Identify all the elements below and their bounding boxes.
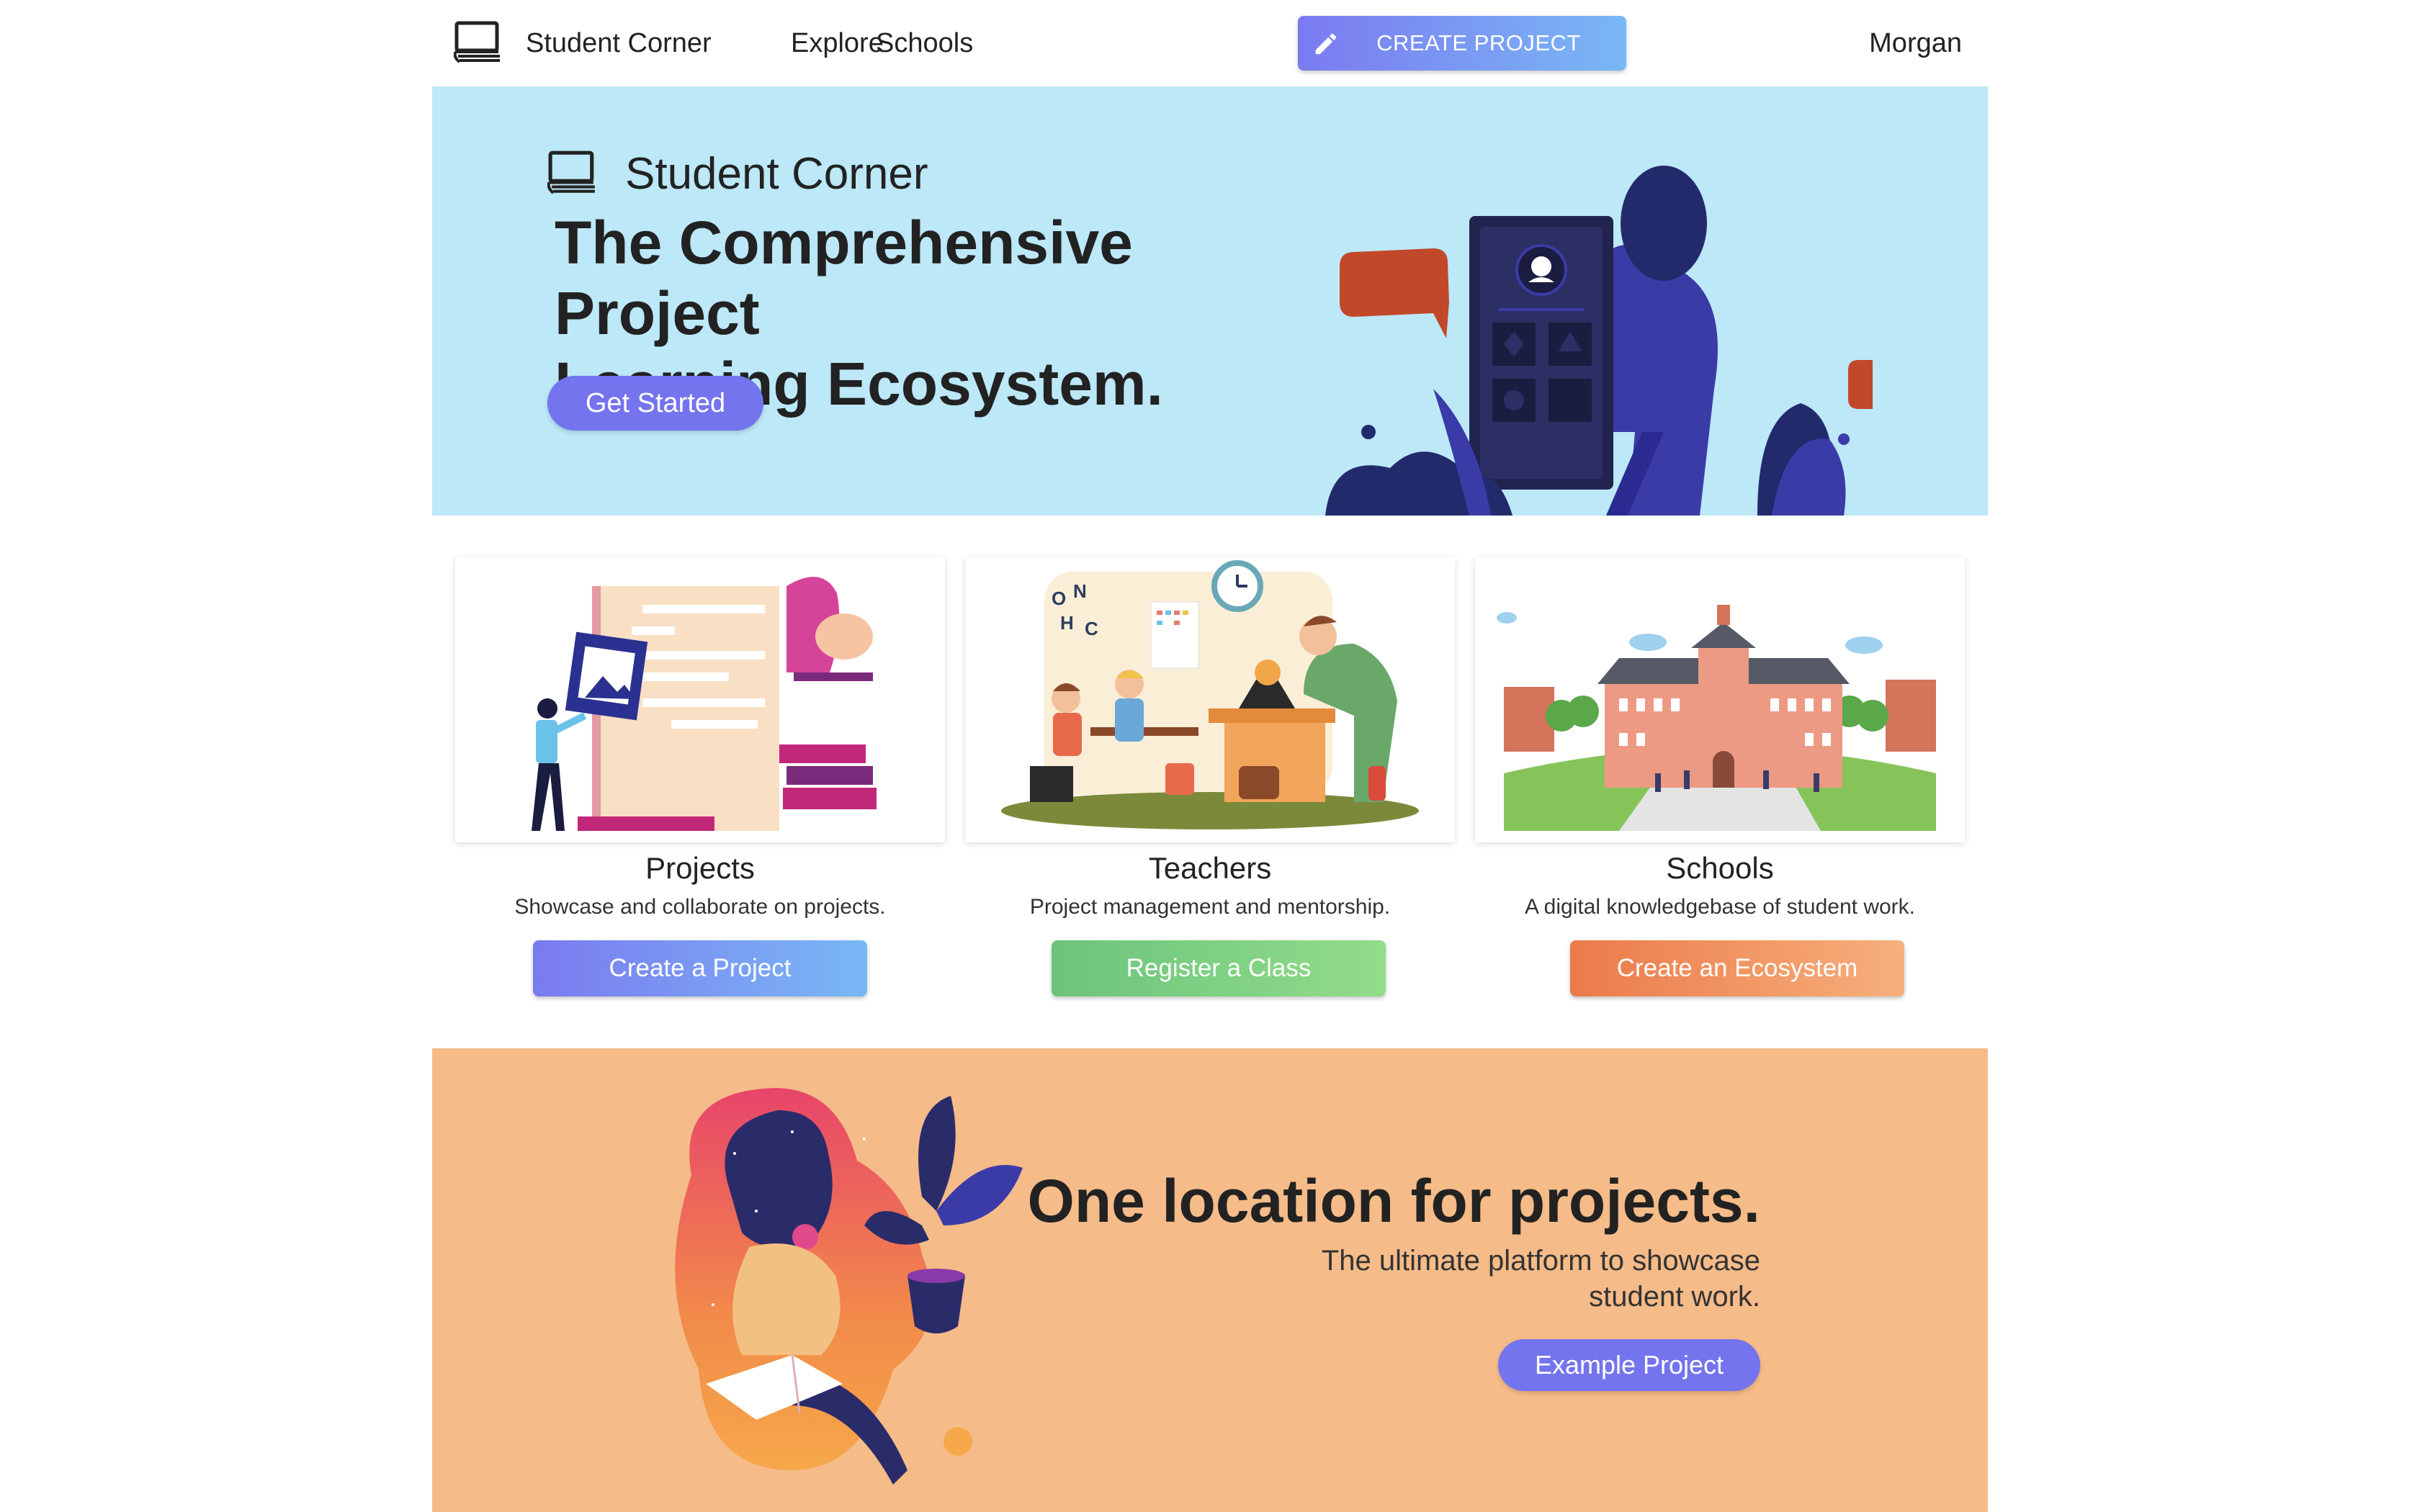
svg-text:O: O <box>1052 588 1066 609</box>
create-a-project-button[interactable]: Create a Project <box>533 940 867 996</box>
teachers-illustration: ON HC <box>965 557 1455 842</box>
card-title-projects: Projects <box>645 851 755 885</box>
svg-text:H: H <box>1060 612 1074 634</box>
projects-banner: One location for projects. The ultimate … <box>432 1048 1988 1512</box>
banner-subtitle-line1: The ultimate platform to showcase <box>1321 1245 1760 1277</box>
user-menu[interactable]: Morgan <box>1869 24 1962 62</box>
book-stack-icon[interactable] <box>454 20 503 65</box>
banner-title: One location for projects. <box>1027 1167 1760 1235</box>
nav-link-schools[interactable]: Schools <box>876 24 973 62</box>
card-teachers-image: ON HC <box>965 557 1455 842</box>
brand-link[interactable]: Student Corner <box>526 24 712 62</box>
svg-text:N: N <box>1073 580 1087 602</box>
create-an-ecosystem-button[interactable]: Create an Ecosystem <box>1570 940 1904 996</box>
banner-subtitle-line2: student work. <box>1589 1281 1760 1313</box>
reading-girl-illustration <box>675 1088 1023 1485</box>
create-project-button[interactable]: CREATE PROJECT <box>1298 16 1626 71</box>
card-title-schools: Schools <box>1666 851 1774 885</box>
card-projects-image <box>455 557 945 842</box>
card-schools-image <box>1475 557 1965 842</box>
projects-illustration <box>455 557 945 842</box>
create-project-label: CREATE PROJECT <box>1376 30 1581 55</box>
banner-subtitle: The ultimate platform to showcase studen… <box>1256 1243 1760 1315</box>
hero-headline-line1: The Comprehensive Project <box>555 209 1133 347</box>
schools-illustration <box>1475 557 1965 842</box>
hero-brand: Student Corner <box>625 149 928 199</box>
card-title-teachers: Teachers <box>1148 851 1272 885</box>
card-subtitle-teachers: Project management and mentorship. <box>1029 895 1391 919</box>
hero-banner: Student Corner The Comprehensive Project… <box>432 86 1988 516</box>
top-nav: Student Corner Explore Schools CREATE PR… <box>435 0 1991 86</box>
example-project-button[interactable]: Example Project <box>1498 1339 1760 1391</box>
card-subtitle-projects: Showcase and collaborate on projects. <box>514 895 886 919</box>
register-a-class-button[interactable]: Register a Class <box>1052 940 1386 996</box>
card-subtitle-schools: A digital knowledgebase of student work. <box>1524 895 1915 919</box>
get-started-button[interactable]: Get Started <box>547 376 763 431</box>
page: Student Corner Explore Schools CREATE PR… <box>0 0 2420 1512</box>
svg-text:C: C <box>1085 618 1098 639</box>
book-stack-icon <box>547 150 595 194</box>
hero-illustration <box>1325 166 1873 516</box>
nav-link-explore[interactable]: Explore <box>791 24 884 62</box>
